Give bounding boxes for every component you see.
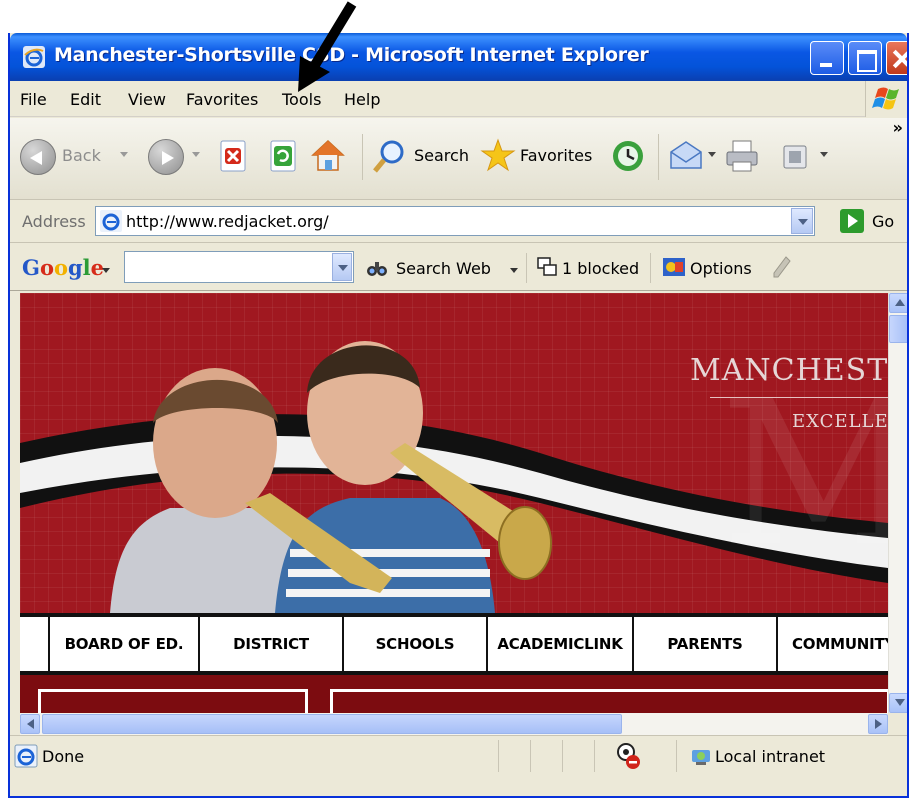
address-url[interactable]: http://www.redjacket.org/ [126,212,329,231]
svg-text:M: M [720,358,888,591]
content-panel [38,689,308,713]
favorites-star-icon[interactable] [480,138,516,174]
print-icon[interactable] [724,138,760,174]
ie-page-icon [100,210,122,232]
local-intranet-icon [692,750,710,765]
nav-district[interactable]: DISTRICT [198,617,342,671]
status-pane-divider [594,740,595,772]
google-toolbar: Google Search Web 1 blocked Options [10,243,907,291]
minimize-button[interactable] [810,41,844,75]
binoculars-icon[interactable] [366,257,388,279]
maximize-button[interactable] [848,41,882,75]
menu-favorites[interactable]: Favorites [186,90,258,109]
page-viewport: M MANCHESTEF EXCELLEN [20,293,888,713]
standard-toolbar: Back Search Favorites » [10,118,907,200]
content-panel [330,689,888,713]
status-pane-divider [676,740,677,772]
google-logo[interactable]: Google [22,255,104,280]
nav-academiclink[interactable]: ACADEMICLINK [486,617,632,671]
status-pane-divider [498,740,499,772]
search-icon[interactable] [372,138,408,174]
scroll-up-button[interactable] [889,293,907,313]
nav-board-of-ed[interactable]: BOARD OF ED. [48,617,198,671]
nav-schools[interactable]: SCHOOLS [342,617,486,671]
search-web-button[interactable]: Search Web [396,259,491,278]
home-icon[interactable] [310,138,346,174]
toolbar-overflow-chevron[interactable]: » [893,118,903,137]
toolbar-separator [362,134,363,180]
search-label[interactable]: Search [414,146,469,165]
horizontal-scroll-thumb[interactable] [42,714,622,734]
privacy-blocked-icon[interactable] [616,742,642,770]
status-pane-divider [530,740,531,772]
favorites-label[interactable]: Favorites [520,146,592,165]
mail-icon[interactable] [668,138,704,174]
google-search-dropdown[interactable] [332,253,352,281]
menu-file[interactable]: File [20,90,47,109]
scroll-right-button[interactable] [868,714,888,734]
history-icon[interactable] [610,138,646,174]
back-label[interactable]: Back [62,146,101,165]
title-bar: Manchester-Shortsville CSD - Microsoft I… [10,33,907,81]
google-toolbar-separator [526,253,527,283]
edit-page-icon[interactable] [778,138,814,174]
search-web-dropdown-icon[interactable] [510,268,518,273]
site-banner: M MANCHESTEF EXCELLEN [20,293,888,613]
horizontal-scrollbar[interactable] [20,713,888,735]
vertical-scrollbar[interactable] [888,293,907,713]
close-button[interactable] [886,41,907,75]
site-nav: BOARD OF ED. DISTRICT SCHOOLS ACADEMICLI… [20,613,888,675]
back-dropdown-icon[interactable] [120,152,128,157]
blocked-count[interactable]: 1 blocked [562,259,639,278]
back-button[interactable] [20,139,56,175]
scrollbar-corner [888,713,907,735]
google-menu-dropdown-icon[interactable] [102,268,110,273]
refresh-icon[interactable] [265,138,301,174]
address-input[interactable]: http://www.redjacket.org/ [95,206,815,236]
content-area [20,675,888,713]
menu-bar: File Edit View Favorites Tools Help [10,81,907,117]
banner-divider [710,397,888,398]
forward-dropdown-icon[interactable] [192,152,200,157]
forward-button[interactable] [148,139,184,175]
menu-edit[interactable]: Edit [70,90,101,109]
google-toolbar-separator [650,253,651,283]
go-arrow-icon[interactable] [840,209,864,233]
go-button[interactable]: Go [872,212,894,231]
status-pane-divider [562,740,563,772]
ie-page-icon [14,744,38,768]
status-bar: Done Local intranet [10,735,907,775]
stop-icon[interactable] [215,138,251,174]
status-text: Done [42,747,85,766]
address-label: Address [22,212,86,231]
mail-dropdown-icon[interactable] [708,152,716,157]
address-bar: Address http://www.redjacket.org/ Go [10,200,907,243]
annotation-arrow-icon [298,1,357,92]
options-icon[interactable] [662,256,686,278]
browser-window: Manchester-Shortsville CSD - Microsoft I… [8,33,909,798]
banner-heading: MANCHESTEF [690,353,888,388]
highlighter-icon[interactable] [772,255,792,279]
edit-dropdown-icon[interactable] [820,152,828,157]
popup-blocker-icon[interactable] [536,256,558,278]
nav-parents[interactable]: PARENTS [632,617,776,671]
vertical-scroll-thumb[interactable] [889,315,907,343]
windows-logo-icon [865,81,907,117]
banner-artwork: M [20,341,888,613]
security-zone-label: Local intranet [715,747,826,766]
address-dropdown-button[interactable] [791,208,813,234]
banner-tagline: EXCELLEN [792,411,888,432]
ie-app-icon[interactable] [22,45,46,69]
options-button[interactable]: Options [690,259,752,278]
nav-community[interactable]: COMMUNITY [776,617,888,671]
google-search-input[interactable] [124,251,354,283]
scroll-left-button[interactable] [20,714,40,734]
toolbar-separator [658,134,659,180]
scroll-down-button[interactable] [889,693,907,713]
menu-view[interactable]: View [128,90,166,109]
